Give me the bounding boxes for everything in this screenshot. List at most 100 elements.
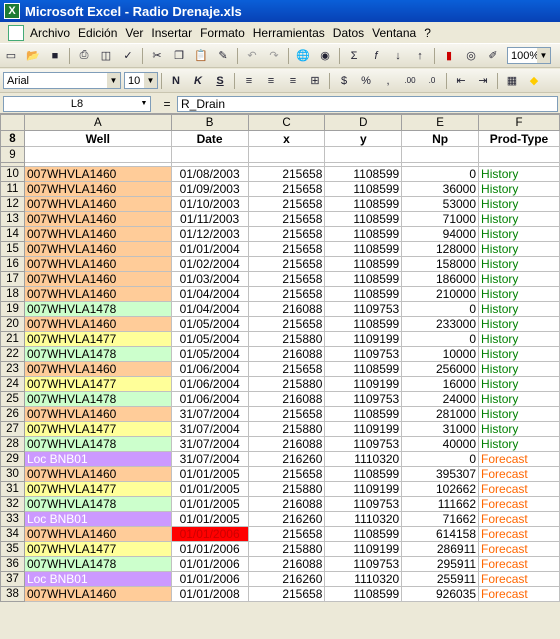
paste-icon[interactable]: 📋 [192, 47, 210, 65]
row-header[interactable]: 22 [0, 346, 25, 362]
x-cell[interactable]: 215880 [247, 421, 326, 437]
prod-type-cell[interactable]: Forecast [478, 526, 560, 542]
prod-type-cell[interactable]: Forecast [478, 511, 560, 527]
prod-type-cell[interactable]: History [478, 271, 560, 287]
well-cell[interactable]: 007WHVLA1478 [23, 436, 172, 452]
column-header[interactable]: F [478, 114, 560, 131]
font-name-combo[interactable]: Arial ▼ [3, 72, 121, 89]
np-cell[interactable]: 0 [401, 451, 480, 467]
formula-input[interactable]: R_Drain [177, 95, 558, 112]
currency-icon[interactable]: $ [335, 72, 353, 90]
x-cell[interactable]: 215658 [247, 181, 326, 197]
chart-wizard-icon[interactable]: ▮ [440, 47, 458, 65]
increase-indent-icon[interactable]: ⇥ [474, 72, 492, 90]
well-cell[interactable]: 007WHVLA1460 [23, 286, 172, 302]
menu-ventana[interactable]: Ventana [372, 26, 416, 40]
np-cell[interactable]: 186000 [401, 271, 480, 287]
x-cell[interactable]: 216260 [247, 571, 326, 587]
np-cell[interactable]: 233000 [401, 316, 480, 332]
date-cell[interactable]: 01/09/2003 [170, 181, 249, 197]
row-header[interactable]: 31 [0, 481, 25, 497]
prod-type-cell[interactable]: History [478, 316, 560, 332]
row-header[interactable]: 29 [0, 451, 25, 467]
np-cell[interactable]: 158000 [401, 256, 480, 272]
x-cell[interactable]: 215658 [247, 361, 326, 377]
chevron-down-icon[interactable]: ▼ [537, 48, 550, 63]
row-header[interactable]: 30 [0, 466, 25, 482]
align-center-icon[interactable]: ≡ [262, 72, 280, 90]
well-cell[interactable]: 007WHVLA1460 [23, 256, 172, 272]
x-cell[interactable]: 215880 [247, 331, 326, 347]
decrease-indent-icon[interactable]: ⇤ [452, 72, 470, 90]
y-cell[interactable]: 1108599 [324, 586, 403, 602]
row-header[interactable]: 34 [0, 526, 25, 542]
print-preview-icon[interactable]: ◫ [97, 47, 115, 65]
menu-help[interactable]: ? [424, 26, 431, 40]
row-header[interactable]: 28 [0, 436, 25, 452]
np-cell[interactable]: 286911 [401, 541, 480, 557]
chevron-down-icon[interactable]: ▼ [138, 97, 150, 111]
y-cell[interactable]: 1109753 [324, 346, 403, 362]
prod-type-cell[interactable]: History [478, 211, 560, 227]
row-header[interactable]: 11 [0, 181, 25, 197]
row-header[interactable]: 17 [0, 271, 25, 287]
well-cell[interactable]: 007WHVLA1460 [23, 226, 172, 242]
fill-color-icon[interactable]: ◆ [525, 72, 543, 90]
row-header[interactable]: 21 [0, 331, 25, 347]
zoom-combo[interactable]: 100% ▼ [507, 47, 551, 64]
x-cell[interactable]: 215658 [247, 466, 326, 482]
cell[interactable] [401, 146, 480, 163]
date-cell[interactable]: 01/02/2004 [170, 256, 249, 272]
prod-type-cell[interactable]: Forecast [478, 496, 560, 512]
header-cell-np[interactable]: Np [401, 130, 480, 147]
cell[interactable] [170, 146, 249, 163]
row-header[interactable]: 14 [0, 226, 25, 242]
prod-type-cell[interactable]: History [478, 331, 560, 347]
x-cell[interactable]: 216260 [247, 451, 326, 467]
date-cell[interactable]: 01/01/2005 [170, 481, 249, 497]
date-cell[interactable]: 01/01/2006 [170, 541, 249, 557]
row-header[interactable]: 13 [0, 211, 25, 227]
np-cell[interactable]: 94000 [401, 226, 480, 242]
date-cell[interactable]: 31/07/2004 [170, 436, 249, 452]
prod-type-cell[interactable]: History [478, 181, 560, 197]
well-cell[interactable]: 007WHVLA1460 [23, 196, 172, 212]
new-icon[interactable]: ▭ [2, 47, 20, 65]
well-cell[interactable]: 007WHVLA1478 [23, 496, 172, 512]
y-cell[interactable]: 1110320 [324, 511, 403, 527]
prod-type-cell[interactable]: Forecast [478, 571, 560, 587]
undo-icon[interactable]: ↶ [243, 47, 261, 65]
date-cell[interactable]: 31/07/2004 [170, 451, 249, 467]
y-cell[interactable]: 1109199 [324, 541, 403, 557]
y-cell[interactable]: 1109753 [324, 301, 403, 317]
row-header[interactable]: 24 [0, 376, 25, 392]
np-cell[interactable]: 395307 [401, 466, 480, 482]
row-header[interactable]: 10 [0, 166, 25, 182]
well-cell[interactable]: 007WHVLA1460 [23, 406, 172, 422]
excel-app-icon[interactable]: X [4, 3, 20, 19]
well-cell[interactable]: 007WHVLA1460 [23, 526, 172, 542]
prod-type-cell[interactable]: History [478, 361, 560, 377]
x-cell[interactable]: 215658 [247, 271, 326, 287]
row-header[interactable]: 9 [0, 146, 25, 163]
y-cell[interactable]: 1108599 [324, 196, 403, 212]
y-cell[interactable]: 1109199 [324, 331, 403, 347]
y-cell[interactable]: 1108599 [324, 166, 403, 182]
menu-herramientas[interactable]: Herramientas [253, 26, 325, 40]
x-cell[interactable]: 215658 [247, 286, 326, 302]
x-cell[interactable]: 216088 [247, 301, 326, 317]
column-header[interactable]: D [324, 114, 403, 131]
y-cell[interactable]: 1108599 [324, 361, 403, 377]
x-cell[interactable]: 216088 [247, 496, 326, 512]
prod-type-cell[interactable]: Forecast [478, 556, 560, 572]
y-cell[interactable]: 1109753 [324, 496, 403, 512]
prod-type-cell[interactable]: History [478, 226, 560, 242]
prod-type-cell[interactable]: Forecast [478, 451, 560, 467]
row-header[interactable]: 38 [0, 586, 25, 602]
percent-icon[interactable]: % [357, 72, 375, 90]
date-cell[interactable]: 01/06/2004 [170, 376, 249, 392]
date-cell[interactable]: 01/01/2005 [170, 511, 249, 527]
date-cell[interactable]: 01/04/2004 [170, 301, 249, 317]
workbook-icon[interactable] [8, 24, 24, 41]
column-header[interactable]: E [401, 114, 480, 131]
